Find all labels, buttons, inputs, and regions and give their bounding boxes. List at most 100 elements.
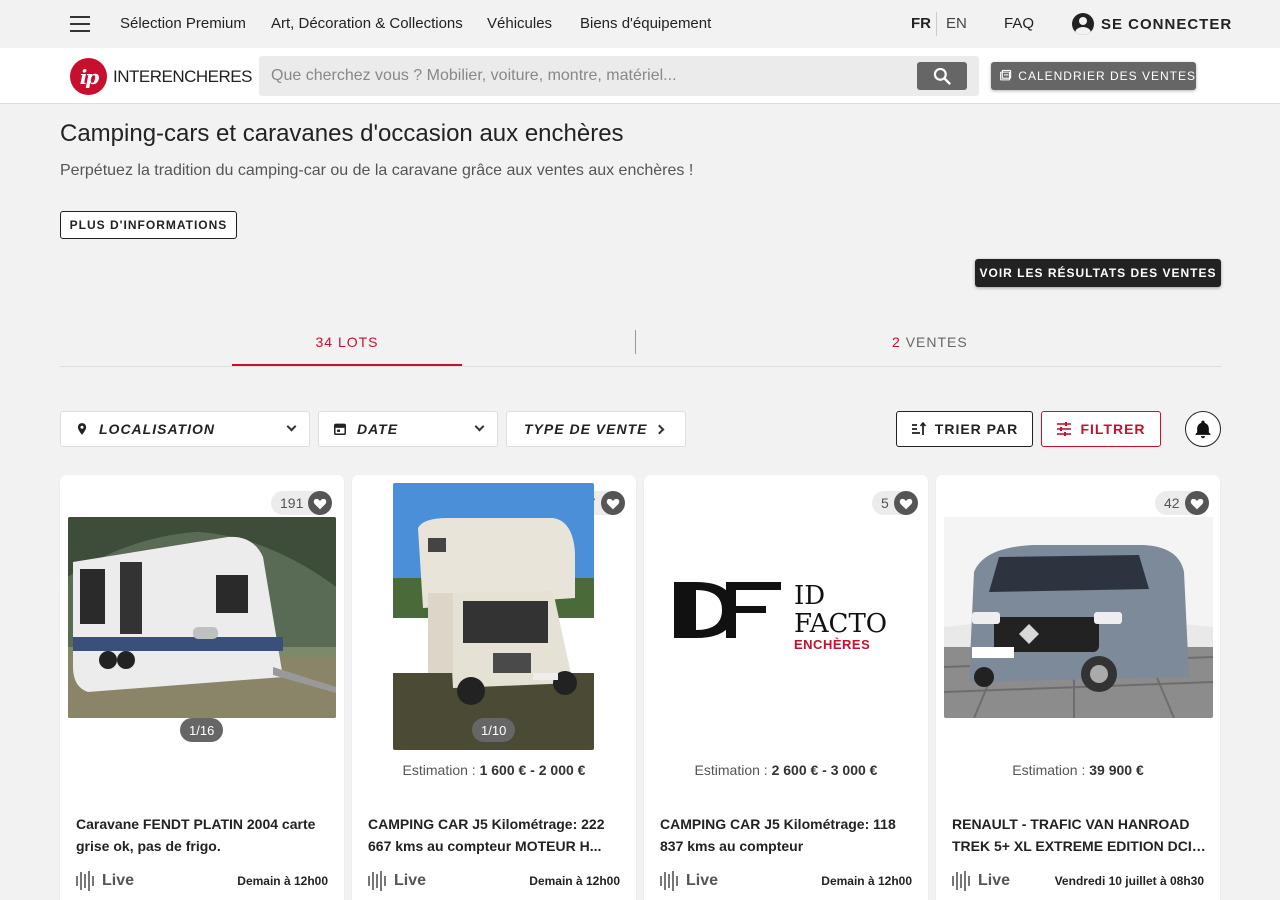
top-navigation: Sélection Premium Art, Décoration & Coll… [0,0,1280,48]
heart-icon [1184,491,1209,515]
lot-photo[interactable] [944,517,1213,718]
favorite-counter[interactable]: 5 [872,491,918,515]
calendar-button[interactable]: CALENDRIER DES VENTES [991,62,1196,90]
search-icon [933,67,951,85]
faq-link[interactable]: FAQ [1004,15,1034,32]
live-label: Live [978,872,1011,889]
lot-title[interactable]: RENAULT - TRAFIC VAN HANROAD TREK 5+ XL … [952,813,1206,857]
logo-line-facto: FACTO [794,609,888,639]
lot-card[interactable]: 191 1/16 Caravane FENDT PLATIN 2004 cart… [60,475,344,900]
favorite-counter[interactable]: 191 [271,491,333,515]
logo-line-id: ID [794,581,826,611]
ventes-count: 2 [892,334,901,350]
chevron-right-icon [654,424,665,435]
favorite-counter[interactable]: 42 [1155,491,1209,515]
nav-link-equipment[interactable]: Biens d'équipement [580,15,711,32]
lang-fr[interactable]: FR [911,15,931,32]
estimate-label: Estimation : [402,762,480,778]
photo-counter: 1/16 [180,718,224,742]
live-label: Live [686,872,719,889]
tab-lots[interactable]: 34 LOTS [232,334,462,350]
date-filter-label: DATE [357,421,399,437]
tab-ventes[interactable]: 2 VENTES [892,334,968,350]
sale-date: Demain à 12h00 [529,874,620,888]
more-info-button[interactable]: PLUS D'INFORMATIONS [60,211,237,239]
estimate-label: Estimation : [694,762,772,778]
logo-mark: ip [70,58,107,95]
lang-en[interactable]: EN [946,15,967,32]
lot-title[interactable]: CAMPING CAR J5 Kilométrage: 222 667 kms … [368,813,622,857]
sort-icon [911,422,926,435]
logo-line-encheres: ENCHÈRES [794,637,871,652]
sort-button[interactable]: TRIER PAR [896,411,1033,447]
estimate: Estimation : 2 600 € - 3 000 € [644,762,928,778]
lot-card[interactable]: 17 1/10 Estimation : 1 600 € - 2 000 € C… [352,475,636,900]
calendar-icon [1000,69,1012,81]
sale-results-button[interactable]: VOIR LES RÉSULTATS DES VENTES [975,259,1221,287]
sort-label: TRIER PAR [934,421,1019,437]
calendar-label: CALENDRIER DES VENTES [1018,69,1196,83]
photo-counter: 1/10 [472,718,516,742]
date-filter[interactable]: DATE [318,411,498,447]
live-indicator: Live [368,871,426,891]
filter-sliders-icon [1057,422,1072,436]
estimate-value: 1 600 € - 2 000 € [479,762,586,778]
site-logo[interactable]: ip INTERENCHERES [70,58,252,95]
tabs-baseline [60,366,1221,367]
live-indicator: Live [660,871,718,891]
nav-link-vehicles[interactable]: Véhicules [487,15,552,32]
lang-divider [936,12,937,36]
estimate: Estimation : 39 900 € [936,762,1220,778]
account-icon [1072,13,1094,35]
location-pin-icon [77,423,87,435]
lot-photo[interactable] [393,483,594,750]
chevron-down-icon [474,421,485,432]
calendar-small-icon [333,423,347,436]
location-filter-label: LOCALISATION [99,421,215,437]
search-button[interactable] [917,62,967,90]
favorite-count: 5 [881,495,889,511]
live-indicator: Live [952,871,1010,891]
page-subtitle: Perpétuez la tradition du camping-car ou… [60,162,694,179]
bell-icon [1195,420,1211,439]
header-bar: ip INTERENCHERES CALENDRIER DES VENTES [0,48,1280,104]
lot-title[interactable]: Caravane FENDT PLATIN 2004 carte grise o… [76,813,330,857]
heart-icon [308,491,333,515]
filter-button[interactable]: FILTRER [1041,411,1161,447]
lot-card[interactable]: 5 ID FACTO ENCHÈRES Estimation : 2 600 €… [644,475,928,900]
estimate-label: Estimation : [1012,762,1090,778]
live-indicator: Live [76,871,134,891]
location-filter[interactable]: LOCALISATION [60,411,310,447]
sale-date: Demain à 12h00 [821,874,912,888]
favorite-count: 191 [280,495,304,511]
lot-photo[interactable] [68,517,336,718]
estimate-value: 39 900 € [1089,762,1144,778]
live-audio-icon [660,871,678,891]
sale-date: Demain à 12h00 [237,874,328,888]
nav-link-premium[interactable]: Sélection Premium [120,15,246,32]
lot-title[interactable]: CAMPING CAR J5 Kilométrage: 118 837 kms … [660,813,914,857]
sale-date: Vendredi 10 juillet à 08h30 [1054,874,1204,888]
search-input[interactable] [259,56,979,96]
page-title: Camping-cars et caravanes d'occasion aux… [60,120,624,147]
nav-link-art[interactable]: Art, Décoration & Collections [271,15,463,32]
alert-button[interactable] [1185,411,1221,447]
login-label: SE CONNECTER [1101,15,1233,33]
lot-card[interactable]: 42 Estimation : 39 900 € RENAULT - TRAFI… [936,475,1220,900]
logo-text: INTERENCHERES [113,66,252,86]
menu-icon[interactable] [70,16,90,32]
chevron-down-icon [286,421,297,432]
ventes-label: VENTES [905,334,968,350]
filter-label: FILTRER [1080,421,1146,437]
live-label: Live [394,872,427,889]
sale-type-filter[interactable]: TYPE DE VENTE [506,411,686,447]
auctioneer-logo[interactable]: ID FACTO ENCHÈRES [674,570,899,652]
login-button[interactable]: SE CONNECTER [1072,13,1232,35]
tab-divider [635,330,636,354]
live-audio-icon [368,871,386,891]
sale-type-filter-label: TYPE DE VENTE [524,421,648,437]
heart-icon [600,491,625,515]
favorite-count: 42 [1164,495,1180,511]
estimate-value: 2 600 € - 3 000 € [771,762,878,778]
live-label: Live [102,872,135,889]
